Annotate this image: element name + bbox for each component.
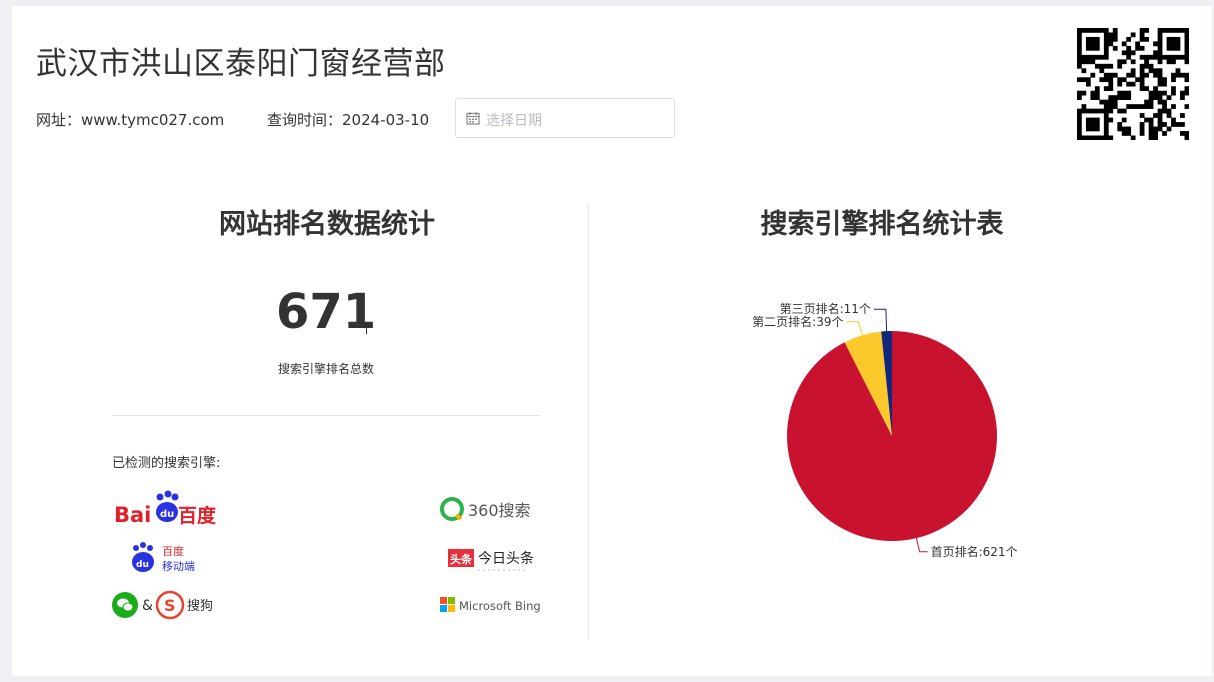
qr-code <box>1077 28 1189 140</box>
svg-text:S: S <box>164 596 176 615</box>
bing-text: Microsoft Bing <box>459 599 541 613</box>
ranking-pie-chart: 首页排名:621个第二页排名:39个第三页排名:11个 <box>752 301 1018 559</box>
microsoft-icon <box>440 597 455 612</box>
baidu-mobile-text-b: 移动端 <box>162 560 195 573</box>
toutiao-badge: 头条 <box>450 552 473 566</box>
baidu-text-a: Bai <box>114 503 151 527</box>
svg-text:du: du <box>136 560 149 570</box>
360-logo: 360搜索 <box>440 497 531 521</box>
calendar-icon <box>466 112 480 125</box>
baidu-paw-icon: du <box>156 490 179 522</box>
baidu-mobile-logo: du 百度 移动端 <box>132 542 195 573</box>
toutiao-text: 今日头条 <box>478 550 534 567</box>
wechat-sogou-logo: & S 搜狗 <box>112 590 213 620</box>
baidu-paw-icon: du <box>132 542 154 572</box>
svg-text:du: du <box>160 509 174 520</box>
pie-leader-line-3 <box>873 308 888 332</box>
report-card: 武汉市洪山区泰阳门窗经营部 网址：www.tymc027.com 查询时间：20… <box>12 6 1212 676</box>
date-picker[interactable]: 选择日期 <box>455 98 675 138</box>
pie-label-3: 第三页排名:11个 <box>780 301 871 316</box>
sogou-text: 搜狗 <box>187 599 213 614</box>
sogou-icon: S <box>155 590 185 620</box>
vertical-divider <box>588 204 589 640</box>
chart-title: 搜索引擎排名统计表 <box>760 209 1004 240</box>
engines-label: 已检测的搜索引擎: <box>112 456 221 471</box>
query-time-text: 查询时间：2024-03-10 <box>267 111 430 129</box>
360-text: 360搜索 <box>468 501 531 520</box>
stats-title: 网站排名数据统计 <box>219 209 435 240</box>
baidu-text-b: 百度 <box>178 504 217 527</box>
bing-logo: Microsoft Bing <box>440 597 541 613</box>
total-label: 搜索引擎排名总数 <box>278 362 375 376</box>
pie-leader-line-2 <box>846 321 863 336</box>
ampersand: & <box>142 598 153 614</box>
horizontal-divider <box>112 415 540 416</box>
website-text: 网址：www.tymc027.com <box>36 111 225 129</box>
toutiao-logo: 头条 今日头条 <box>448 549 534 571</box>
total-unit: 个 <box>360 322 374 337</box>
wechat-icon <box>112 592 138 618</box>
pie-label-1: 首页排名:621个 <box>931 544 1018 559</box>
date-placeholder: 选择日期 <box>486 113 542 129</box>
pie-slice-1[interactable] <box>787 331 998 541</box>
company-title: 武汉市洪山区泰阳门窗经营部 <box>36 46 446 82</box>
baidu-mobile-text-a: 百度 <box>162 544 184 558</box>
baidu-logo: Bai du 百度 <box>114 490 217 527</box>
pie-leader-line-1 <box>915 537 928 553</box>
